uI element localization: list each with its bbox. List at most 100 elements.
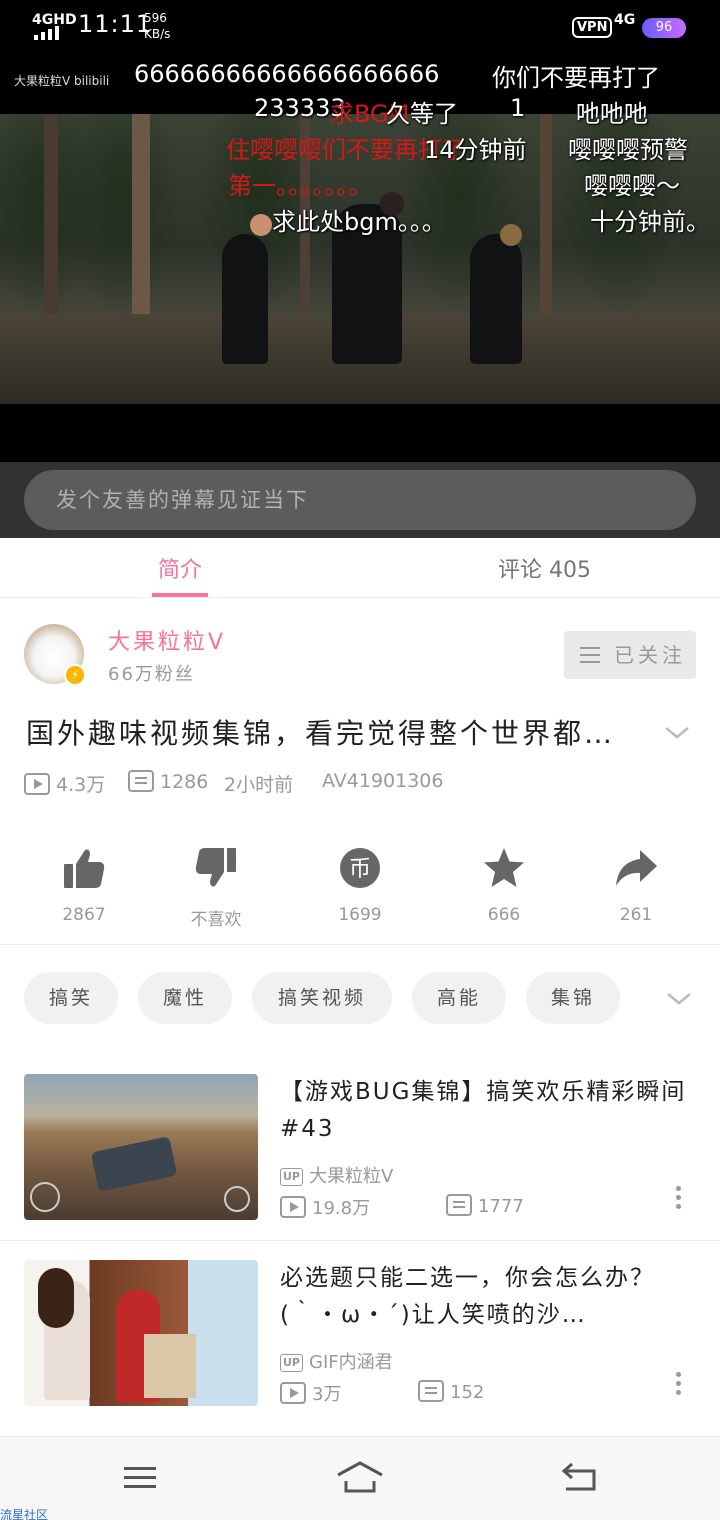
divider: [0, 1240, 720, 1241]
danmaku-stat: 1777: [446, 1194, 524, 1217]
related-title[interactable]: 必选题只能二选一，你会怎么办？(｀・ω・´)让人笑喷的沙…: [280, 1260, 696, 1334]
danmaku-comment: 求此处bgm。。。: [272, 208, 446, 236]
up-badge: UP: [280, 1354, 303, 1372]
danmaku-icon: [446, 1194, 472, 1216]
related-video-item[interactable]: 必选题只能二选一，你会怎么办？(｀・ω・´)让人笑喷的沙… UP GIF内涵君 3…: [0, 1260, 720, 1430]
av-id: AV41901306: [322, 770, 444, 792]
danmaku-stat: 152: [418, 1380, 484, 1403]
danmaku-comment: 嘤嘤嘤～: [584, 172, 680, 200]
related-uploader: UP GIF内涵君: [280, 1348, 393, 1374]
related-uploader: UP 大果粒粒V: [280, 1162, 393, 1188]
thumbs-up-icon: [64, 849, 105, 888]
related-stats: 3万 152: [280, 1380, 660, 1410]
related-danmaku: 152: [450, 1382, 485, 1403]
speed-value: 596: [144, 11, 167, 25]
danmaku-comment: 66666666666666666666: [134, 60, 440, 88]
tag-item[interactable]: 搞笑视频: [252, 972, 392, 1024]
status-time: 11:11: [78, 10, 153, 38]
follow-label: 已关注: [614, 643, 686, 667]
related-views: 19.8万: [312, 1198, 371, 1219]
dislike-button[interactable]: 不喜欢: [156, 840, 276, 930]
views-stat: 19.8万: [280, 1194, 370, 1220]
related-views: 3万: [312, 1384, 342, 1405]
video-thumbnail[interactable]: [24, 1074, 258, 1220]
thumbs-down-icon: [195, 848, 236, 887]
favorite-button[interactable]: 666: [444, 840, 564, 925]
coin-count: 1699: [338, 905, 382, 925]
danmaku-comment: 14分钟前: [424, 136, 527, 164]
svg-text:币: 币: [349, 857, 371, 882]
danmaku-input[interactable]: 发个友善的弹幕见证当下: [24, 470, 696, 530]
uploader-name[interactable]: 大果粒粒V: [108, 624, 226, 656]
related-video-item[interactable]: 【游戏BUG集锦】搞笑欢乐精彩瞬间 #43 UP 大果粒粒V 19.8万 1777: [0, 1074, 720, 1244]
danmaku-comment: 嘤嘤嘤预警: [568, 136, 688, 164]
play-icon: [280, 1382, 306, 1404]
home-icon[interactable]: [336, 1459, 384, 1495]
danmaku-comment: 十分钟前。: [590, 208, 710, 236]
related-title[interactable]: 【游戏BUG集锦】搞笑欢乐精彩瞬间 #43: [280, 1074, 696, 1148]
like-count: 2867: [62, 905, 106, 925]
danmaku-comment: 1: [510, 94, 526, 122]
more-icon[interactable]: [676, 1186, 682, 1210]
app-root: 4GHD 11:11 596 KB/s VPN 4G 96 大果粒粒V bili…: [0, 0, 720, 1520]
chevron-down-icon[interactable]: [664, 722, 690, 742]
chevron-down-icon[interactable]: [666, 988, 692, 1008]
views-count: 4.3万: [56, 774, 106, 796]
related-danmaku: 1777: [478, 1196, 524, 1217]
related-up-name: GIF内涵君: [309, 1352, 393, 1373]
coin-icon: 币: [340, 848, 380, 888]
tag-item[interactable]: 高能: [412, 972, 506, 1024]
views-stat: 4.3万: [24, 770, 105, 797]
divider: [0, 944, 720, 945]
share-count: 261: [619, 905, 653, 925]
tab-comments[interactable]: 评论 405: [498, 552, 591, 584]
follow-button[interactable]: 已关注: [564, 631, 696, 679]
views-stat: 3万: [280, 1380, 341, 1406]
tag-item[interactable]: 搞笑: [24, 972, 118, 1024]
tab-intro[interactable]: 简介: [158, 552, 202, 584]
tab-bar: 简介 评论 405: [0, 538, 720, 598]
coin-button[interactable]: 币 1699: [300, 840, 420, 925]
related-stats: 19.8万 1777: [280, 1194, 660, 1224]
network-speed: 596 KB/s: [144, 10, 170, 42]
network-indicator: 4G: [614, 12, 636, 28]
tag-item[interactable]: 集锦: [526, 972, 620, 1024]
play-icon: [280, 1196, 306, 1218]
like-button[interactable]: 2867: [24, 840, 144, 925]
favorite-count: 666: [487, 905, 521, 925]
system-nav-bar: [0, 1436, 720, 1520]
menu-icon[interactable]: [120, 1459, 160, 1495]
danmaku-bar: 发个友善的弹幕见证当下: [0, 462, 720, 538]
video-title: 国外趣味视频集锦，看完觉得整个世界都…: [26, 717, 616, 750]
speed-unit: KB/s: [144, 27, 171, 41]
site-watermark: 流星社区: [0, 1508, 49, 1520]
share-icon: [616, 850, 657, 886]
share-button[interactable]: 261: [576, 840, 696, 925]
menu-icon: [580, 647, 600, 663]
signal-icon: [34, 26, 64, 40]
related-up-name: 大果粒粒V: [309, 1166, 394, 1187]
danmaku-comment: 吔吔吔: [576, 100, 648, 128]
back-icon[interactable]: [560, 1459, 600, 1495]
action-bar: 2867 不喜欢 币 1699 666 261: [0, 840, 720, 940]
video-thumbnail[interactable]: [24, 1260, 258, 1406]
player-watermark: 大果粒粒V bilibili: [14, 74, 110, 88]
tab-indicator: [152, 593, 208, 597]
danmaku-stat: 1286: [128, 770, 208, 793]
danmaku-count: 1286: [160, 771, 209, 793]
vpn-indicator: VPN: [572, 17, 613, 38]
star-icon: [484, 848, 524, 887]
danmaku-comment: 久等了: [386, 100, 458, 128]
danmaku-comment: 第一。。。。。。。: [228, 172, 372, 200]
avatar[interactable]: ⚡: [24, 624, 86, 686]
danmaku-icon: [418, 1380, 444, 1402]
more-icon[interactable]: [676, 1372, 682, 1396]
play-icon: [24, 773, 50, 795]
video-player[interactable]: 大果粒粒V bilibili 66666666666666666666 你们不要再…: [0, 52, 720, 462]
uploader-fans: 66万粉丝: [108, 664, 195, 685]
battery-icon: 96: [642, 18, 686, 38]
tag-item[interactable]: 魔性: [138, 972, 232, 1024]
dislike-label: 不喜欢: [190, 910, 242, 930]
status-bar: 4GHD 11:11 596 KB/s VPN 4G 96: [0, 0, 720, 52]
lightning-icon: ⚡: [64, 664, 86, 686]
